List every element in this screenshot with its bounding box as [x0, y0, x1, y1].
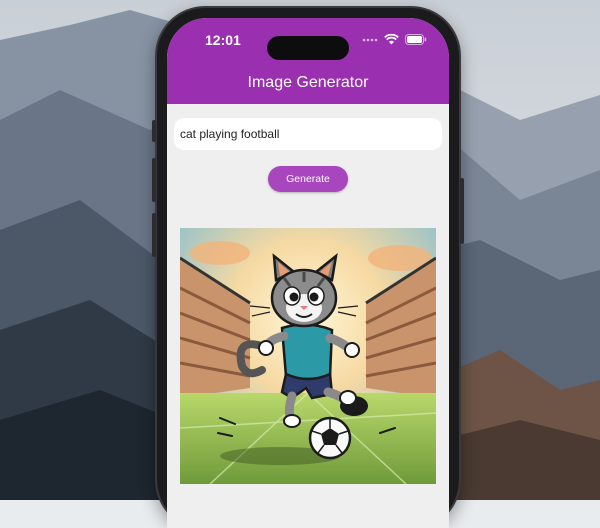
generate-button-label: Generate: [286, 173, 330, 185]
volume-down-button: [152, 213, 156, 257]
prompt-input-value: cat playing football: [180, 127, 280, 141]
page-title: Image Generator: [247, 74, 369, 91]
app-bar: 12:01 Image Generator: [167, 18, 449, 104]
status-bar: 12:01: [167, 30, 449, 60]
generated-image: [180, 228, 436, 484]
status-time: 12:01: [205, 32, 241, 48]
signal-dots-icon: [362, 38, 378, 41]
battery-icon: [405, 34, 427, 45]
phone-frame: 12:01 Image Generator cat playing footba…: [152, 8, 464, 528]
phone-screen: 12:01 Image Generator cat playing footba…: [167, 18, 449, 528]
wifi-icon: [384, 34, 399, 45]
prompt-input[interactable]: cat playing football: [174, 118, 442, 150]
dynamic-island: [267, 36, 349, 60]
silent-switch: [152, 120, 156, 142]
power-button: [460, 178, 464, 244]
generate-button[interactable]: Generate: [268, 166, 348, 192]
volume-up-button: [152, 158, 156, 202]
